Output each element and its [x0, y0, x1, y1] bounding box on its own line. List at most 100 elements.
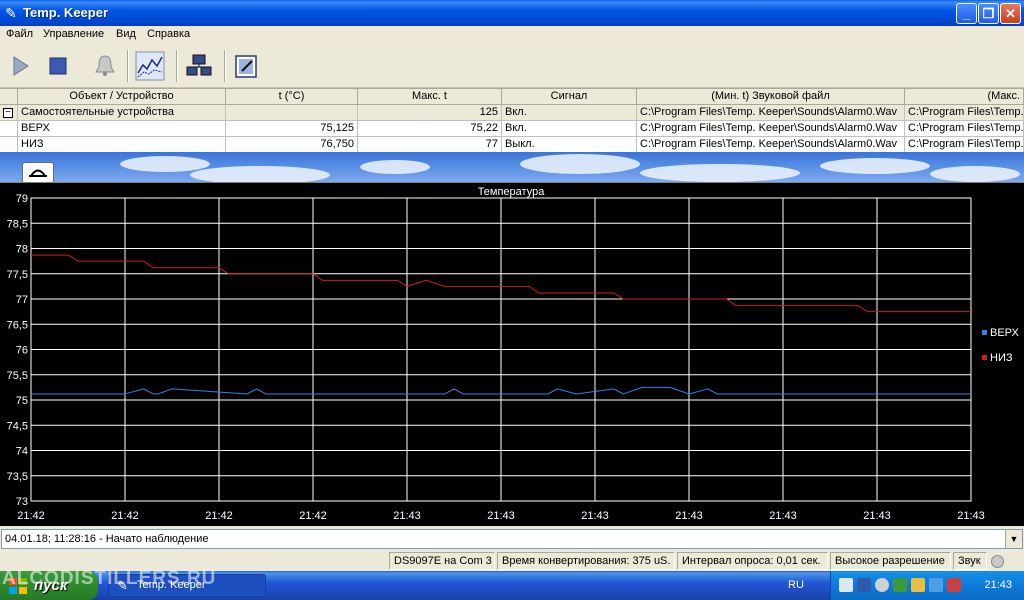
legend-label: ВЕРХ [990, 327, 1020, 339]
event-log-combo[interactable]: 04.01.18; 11:28:16 - Начато наблюдение ▼ [1, 529, 1023, 549]
window-title: Temp. Keeper [23, 5, 109, 20]
menu-control[interactable]: Управление [43, 28, 104, 40]
x-tick-label: 21:42 [17, 510, 45, 522]
row-name: ВЕРХ [18, 121, 226, 137]
play-icon[interactable] [6, 51, 36, 81]
speaker-tray-icon[interactable] [875, 578, 889, 592]
status-poll-interval: Интервал опроса: 0,01 сек. [677, 552, 828, 570]
edit-icon[interactable] [232, 51, 262, 81]
row-min-file: C:\Program Files\Temp. Keeper\Sounds\Ala… [637, 121, 905, 137]
minimize-button[interactable]: _ [956, 3, 977, 24]
x-tick-label: 21:42 [299, 510, 327, 522]
group-t [226, 105, 358, 121]
network-tray-icon[interactable] [857, 578, 871, 592]
y-tick-label: 75,5 [7, 370, 28, 382]
row-signal: Вкл. [502, 121, 637, 137]
x-tick-label: 21:43 [957, 510, 985, 522]
row-max-t: 77 [358, 137, 502, 153]
minus-icon[interactable]: − [3, 108, 13, 118]
table-row[interactable]: ВЕРХ 75,125 75,22 Вкл. C:\Program Files\… [0, 121, 1024, 137]
table-header: Объект / Устройство t (°C) Макс. t Сигна… [0, 89, 1024, 105]
update-tray-icon[interactable] [911, 578, 925, 592]
group-min-file: C:\Program Files\Temp. Keeper\Sounds\Ala… [637, 105, 905, 121]
col-header-object[interactable]: Объект / Устройство [18, 89, 226, 105]
row-min-file: C:\Program Files\Temp. Keeper\Sounds\Ala… [637, 137, 905, 153]
x-tick-label: 21:43 [863, 510, 891, 522]
devices-table: Объект / Устройство t (°C) Макс. t Сигна… [0, 88, 1024, 153]
row-t: 76,750 [226, 137, 358, 153]
col-header-max-t[interactable]: Макс. t [358, 89, 502, 105]
y-tick-label: 76,5 [7, 319, 28, 331]
status-resolution: Высокое разрешение [830, 552, 951, 570]
row-max-t: 75,22 [358, 121, 502, 137]
antivirus-tray-icon[interactable] [947, 578, 961, 592]
y-tick-label: 78 [16, 244, 28, 256]
y-tick-label: 74 [16, 446, 28, 458]
app-tray-icon[interactable] [839, 578, 853, 592]
toolbar-separator [224, 50, 226, 82]
chart-icon[interactable] [135, 51, 165, 81]
menu-file[interactable]: Файл [6, 28, 33, 40]
x-tick-label: 21:42 [205, 510, 233, 522]
x-tick-label: 21:43 [487, 510, 515, 522]
chart-tab[interactable] [22, 162, 54, 182]
thermometer-icon: ✎ [5, 5, 17, 21]
x-tick-label: 21:43 [581, 510, 609, 522]
security-tray-icon[interactable] [893, 578, 907, 592]
group-max-t: 125 [358, 105, 502, 121]
row-name: НИЗ [18, 137, 226, 153]
x-tick-label: 21:43 [393, 510, 421, 522]
status-sound: Звук [953, 552, 987, 570]
system-tray: 21:43 [830, 571, 1024, 600]
status-conversion-time: Время конвертирования: 375 uS. [497, 552, 675, 570]
y-tick-label: 79 [16, 193, 28, 205]
maximize-button[interactable]: ❐ [978, 3, 999, 24]
network-icon[interactable] [184, 51, 214, 81]
group-signal: Вкл. [502, 105, 637, 121]
row-t: 75,125 [226, 121, 358, 137]
stop-icon[interactable] [43, 51, 73, 81]
legend-swatch [982, 330, 987, 335]
y-tick-label: 78,5 [7, 218, 28, 230]
y-tick-label: 73 [16, 496, 28, 508]
y-tick-label: 77 [16, 294, 28, 306]
background-strip [0, 152, 1024, 182]
title-bar: ✎ Temp. Keeper _ ❐ ✕ [0, 0, 1024, 26]
sound-indicator-icon [991, 555, 1004, 568]
chart-title: Температура [478, 186, 546, 198]
expand-toggle[interactable]: − [0, 105, 18, 121]
monitor-tray-icon[interactable] [929, 578, 943, 592]
y-tick-label: 74,5 [7, 420, 28, 432]
col-header-signal[interactable]: Сигнал [502, 89, 637, 105]
chevron-down-icon[interactable]: ▼ [1005, 530, 1022, 548]
event-log-text: 04.01.18; 11:28:16 - Начато наблюдение [5, 533, 209, 545]
bell-icon[interactable] [90, 51, 120, 81]
row-signal: Выкл. [502, 137, 637, 153]
col-header-max-file[interactable]: (Макс. [905, 89, 1024, 105]
legend-swatch [982, 355, 987, 360]
x-tick-label: 21:43 [675, 510, 703, 522]
table-group-row[interactable]: − Самостоятельные устройства 125 Вкл. C:… [0, 105, 1024, 121]
table-row[interactable]: НИЗ 76,750 77 Выкл. C:\Program Files\Tem… [0, 137, 1024, 153]
header-blank [0, 89, 18, 105]
row-indent [0, 137, 18, 153]
watermark: ALCODISTILLERS.RU [2, 568, 217, 589]
menu-bar: Файл Управление Вид Справка [0, 26, 1024, 44]
x-tick-label: 21:42 [111, 510, 139, 522]
status-adapter: DS9097E на Com 3 [389, 552, 495, 570]
group-max-file: C:\Program Files\Temp. [905, 105, 1024, 121]
close-button[interactable]: ✕ [1000, 3, 1021, 24]
menu-view[interactable]: Вид [116, 28, 136, 40]
clock[interactable]: 21:43 [984, 579, 1012, 591]
legend-label: НИЗ [990, 352, 1013, 364]
y-tick-label: 75 [16, 395, 28, 407]
col-header-t[interactable]: t (°C) [226, 89, 358, 105]
menu-help[interactable]: Справка [147, 28, 190, 40]
group-name: Самостоятельные устройства [18, 105, 226, 121]
y-tick-label: 76 [16, 345, 28, 357]
x-tick-label: 21:43 [769, 510, 797, 522]
col-header-min-file[interactable]: (Мин. t) Звуковой файл [637, 89, 905, 105]
chart-tab-icon [29, 169, 47, 177]
toolbar [0, 44, 1024, 88]
language-indicator[interactable]: RU [788, 579, 804, 591]
